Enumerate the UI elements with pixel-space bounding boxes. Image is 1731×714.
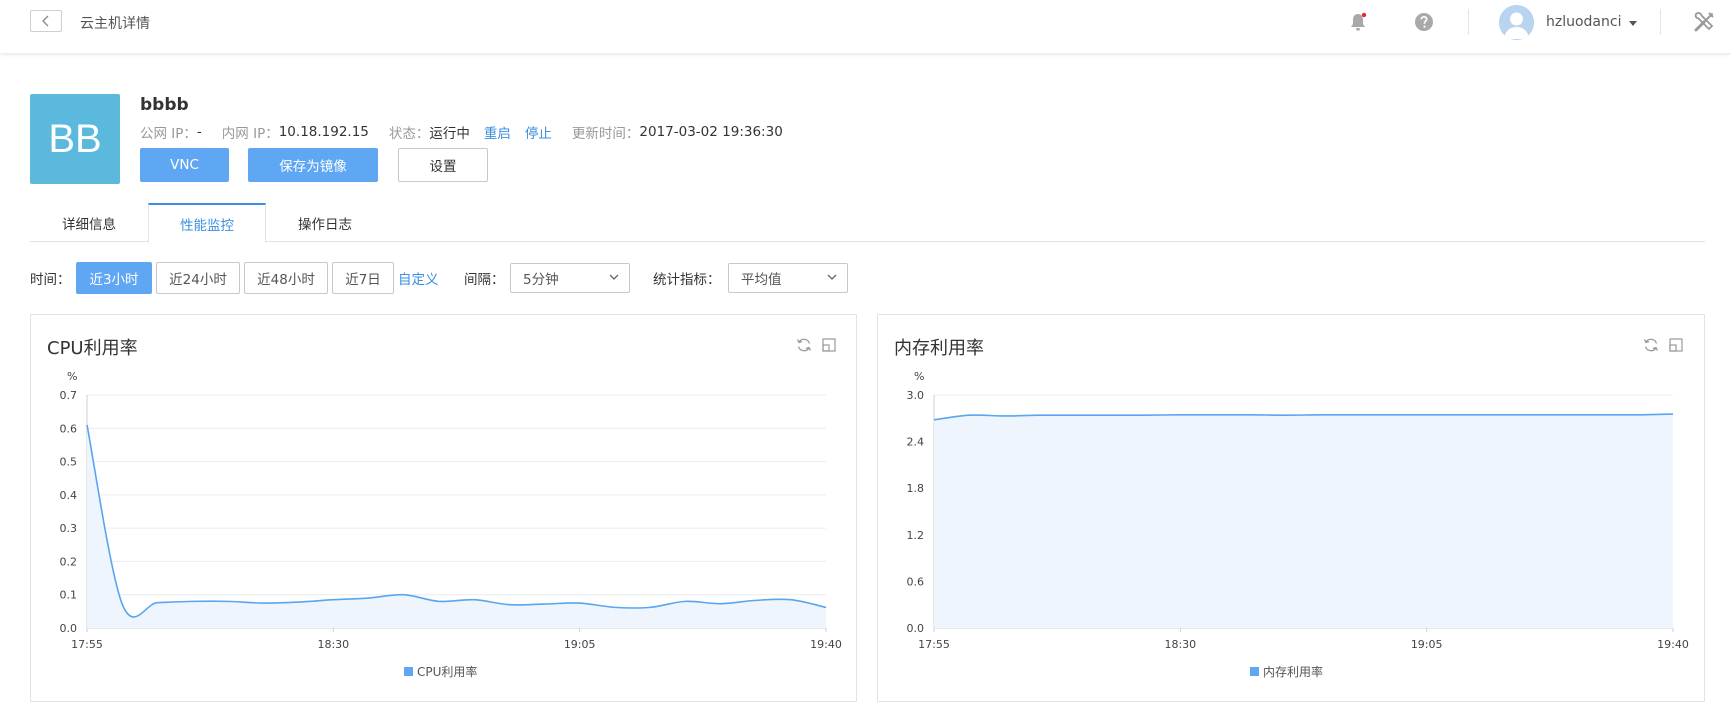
stop-link[interactable]: 停止 xyxy=(525,122,552,142)
y-tick-label: 0.2 xyxy=(60,555,78,568)
save-image-button[interactable]: 保存为镜像 xyxy=(248,148,378,182)
private-ip-label: 内网 IP： xyxy=(221,126,279,142)
tab-details[interactable]: 详细信息 xyxy=(30,203,148,243)
x-tick-label: 17:55 xyxy=(71,638,103,651)
interval-label: 间隔： xyxy=(464,272,505,288)
legend-label: CPU利用率 xyxy=(417,665,478,679)
tab-bar: 详细信息 性能监控 操作日志 xyxy=(30,203,1705,243)
instance-name: bbbb xyxy=(140,95,189,115)
header-divider xyxy=(1660,9,1661,35)
instance-meta: 公网 IP： - 内网 IP： 10.18.192.15 状态： 运行中 重启 … xyxy=(140,122,783,142)
y-tick-label: 0.0 xyxy=(60,622,78,635)
cpu-chart-panel: CPU利用率 % 0.0 0.1 0.2 0.3 0.4 0.5 0.6 0.7 17:55 18:… xyxy=(30,314,857,702)
chevron-down-icon xyxy=(609,274,619,280)
y-tick-label: 0.5 xyxy=(60,456,78,469)
chevron-left-icon xyxy=(42,15,49,27)
vnc-button[interactable]: VNC xyxy=(140,148,229,182)
legend-swatch xyxy=(404,667,413,676)
memory-legend[interactable]: 内存利用率 xyxy=(1250,663,1323,680)
y-tick-label: 0.0 xyxy=(907,622,925,635)
x-tick-label: 18:30 xyxy=(1164,638,1196,651)
header-divider xyxy=(1468,9,1469,35)
y-tick-label: 2.4 xyxy=(907,436,925,449)
y-tick-label: 0.6 xyxy=(907,575,925,588)
help-button[interactable] xyxy=(1411,9,1437,35)
public-ip-value: - xyxy=(196,124,202,140)
time-option-3h[interactable]: 近3小时 xyxy=(76,262,152,294)
x-tick-label: 18:30 xyxy=(317,638,349,651)
time-option-24h[interactable]: 近24小时 xyxy=(156,262,240,294)
top-bar: 云主机详情 hzluodanci xyxy=(0,0,1731,53)
y-tick-label: 0.4 xyxy=(60,489,78,502)
x-tick-label: 19:05 xyxy=(564,638,596,651)
cpu-legend[interactable]: CPU利用率 xyxy=(404,663,477,680)
notification-bell-button[interactable] xyxy=(1345,9,1371,35)
tab-operation-log[interactable]: 操作日志 xyxy=(266,203,384,243)
series-line xyxy=(86,424,827,618)
metric-label: 统计指标： xyxy=(653,272,721,288)
tools-button[interactable] xyxy=(1691,9,1717,35)
back-button[interactable] xyxy=(30,10,62,32)
chevron-down-icon xyxy=(827,274,837,280)
y-unit-label: % xyxy=(67,370,77,383)
settings-button[interactable]: 设置 xyxy=(398,148,488,182)
y-tick-label: 3.0 xyxy=(907,389,925,402)
legend-label: 内存利用率 xyxy=(1263,665,1324,679)
status-value: 运行中 xyxy=(429,126,470,142)
y-tick-label: 1.8 xyxy=(907,482,925,495)
y-tick-label: 0.1 xyxy=(60,589,78,602)
caret-down-icon xyxy=(1629,20,1638,26)
metric-select[interactable]: 平均值 xyxy=(728,263,848,293)
updated-time-label: 更新时间： xyxy=(571,126,640,142)
memory-chart: % 0.0 0.6 1.2 1.8 2.4 3.0 17:55 18:30 19:05 19:40 xyxy=(907,370,1689,651)
time-filter-label: 时间： xyxy=(30,272,71,288)
y-tick-label: 0.3 xyxy=(60,522,78,535)
x-tick-label: 19:40 xyxy=(1657,638,1689,651)
metric-value: 平均值 xyxy=(741,272,782,288)
y-tick-label: 1.2 xyxy=(907,529,925,542)
user-menu[interactable]: hzluodanci xyxy=(1546,14,1638,30)
restart-link[interactable]: 重启 xyxy=(484,122,511,142)
y-tick-label: 0.7 xyxy=(60,389,78,402)
custom-time-link[interactable]: 自定义 xyxy=(398,268,439,288)
time-option-7d[interactable]: 近7日 xyxy=(332,262,394,294)
private-ip-value: 10.18.192.15 xyxy=(278,124,369,140)
series-area xyxy=(87,424,826,628)
status-label: 状态： xyxy=(388,126,430,142)
user-avatar-icon xyxy=(1499,5,1534,40)
public-ip-label: 公网 IP： xyxy=(140,126,197,142)
interval-value: 5分钟 xyxy=(523,272,559,288)
interval-select[interactable]: 5分钟 xyxy=(510,263,630,293)
series-area xyxy=(934,414,1673,628)
updated-time-value: 2017-03-02 19:36:30 xyxy=(639,124,783,140)
avatar[interactable] xyxy=(1499,5,1534,40)
legend-swatch xyxy=(1250,667,1259,676)
tab-performance-monitoring[interactable]: 性能监控 xyxy=(148,203,266,243)
tools-icon xyxy=(1694,12,1714,32)
x-tick-label: 17:55 xyxy=(918,638,950,651)
help-icon xyxy=(1415,13,1433,31)
x-tick-label: 19:40 xyxy=(810,638,842,651)
bell-icon xyxy=(1351,12,1367,31)
instance-logo: BB xyxy=(30,94,120,184)
time-option-48h[interactable]: 近48小时 xyxy=(244,262,328,294)
page-title: 云主机详情 xyxy=(80,16,150,32)
cpu-chart: % 0.0 0.1 0.2 0.3 0.4 0.5 0.6 0.7 17:55 18:30 19:05… xyxy=(60,370,842,651)
x-tick-label: 19:05 xyxy=(1411,638,1443,651)
y-tick-label: 0.6 xyxy=(60,422,78,435)
username-label: hzluodanci xyxy=(1546,14,1622,30)
memory-chart-panel: 内存利用率 % 0.0 0.6 1.2 1.8 2.4 3.0 17:55 18:30 19:05… xyxy=(877,314,1705,702)
y-unit-label: % xyxy=(914,370,924,383)
